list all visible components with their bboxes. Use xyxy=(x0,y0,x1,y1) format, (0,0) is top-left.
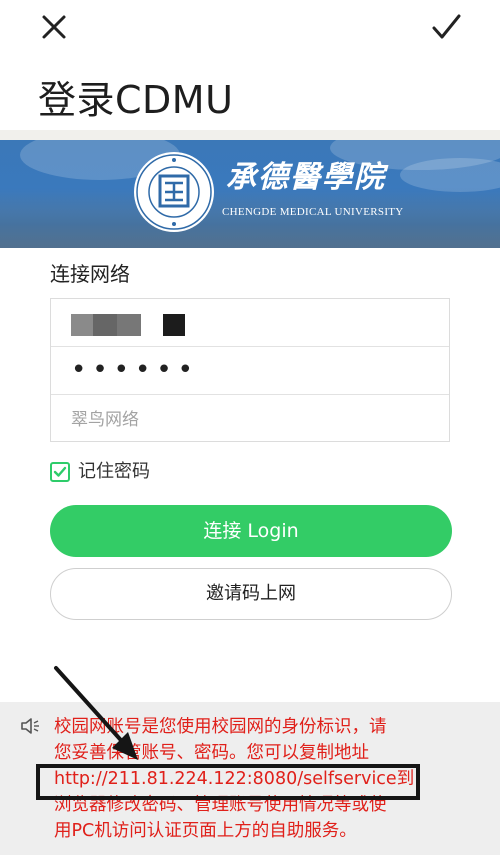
username-field[interactable] xyxy=(51,299,449,347)
ssid-input[interactable] xyxy=(69,407,433,433)
notice-line: 您妥善保管账号、密码。您可以复制地址 xyxy=(54,743,369,763)
title-divider xyxy=(0,130,500,140)
notice-line: 校园网账号是您使用校园网的身份标识，请 xyxy=(54,717,387,737)
speaker-icon xyxy=(21,718,39,734)
university-emblem xyxy=(134,152,214,232)
password-mask: •••••• xyxy=(71,355,200,385)
redacted-block xyxy=(163,314,185,336)
confirm-button[interactable] xyxy=(426,8,466,48)
invite-code-button[interactable]: 邀请码上网 xyxy=(50,568,452,620)
close-icon xyxy=(42,15,66,39)
redacted-block xyxy=(117,314,141,336)
remember-label: 记住密码 xyxy=(78,461,150,482)
ssid-row xyxy=(51,395,449,442)
redacted-block xyxy=(93,314,117,336)
url-highlight-box xyxy=(36,764,420,800)
notice-line: 用PC机访问认证页面上方的自助服务。 xyxy=(54,821,357,841)
password-field[interactable]: •••••• xyxy=(51,347,449,395)
remember-checkbox[interactable] xyxy=(50,462,70,482)
school-name-en: CHENGDE MEDICAL UNIVERSITY xyxy=(222,206,404,218)
top-bar: 登录CDMU xyxy=(0,0,500,135)
check-icon xyxy=(432,14,461,39)
school-name-cn: 承德醫學院 xyxy=(226,160,386,195)
login-button[interactable]: 连接 Login xyxy=(50,505,452,557)
page-title: 登录CDMU xyxy=(38,78,234,122)
checkbox-checked-icon xyxy=(53,466,67,477)
close-button[interactable] xyxy=(34,8,74,48)
form-heading: 连接网络 xyxy=(50,262,130,286)
login-fields: •••••• xyxy=(50,298,450,442)
redacted-block xyxy=(71,314,93,336)
